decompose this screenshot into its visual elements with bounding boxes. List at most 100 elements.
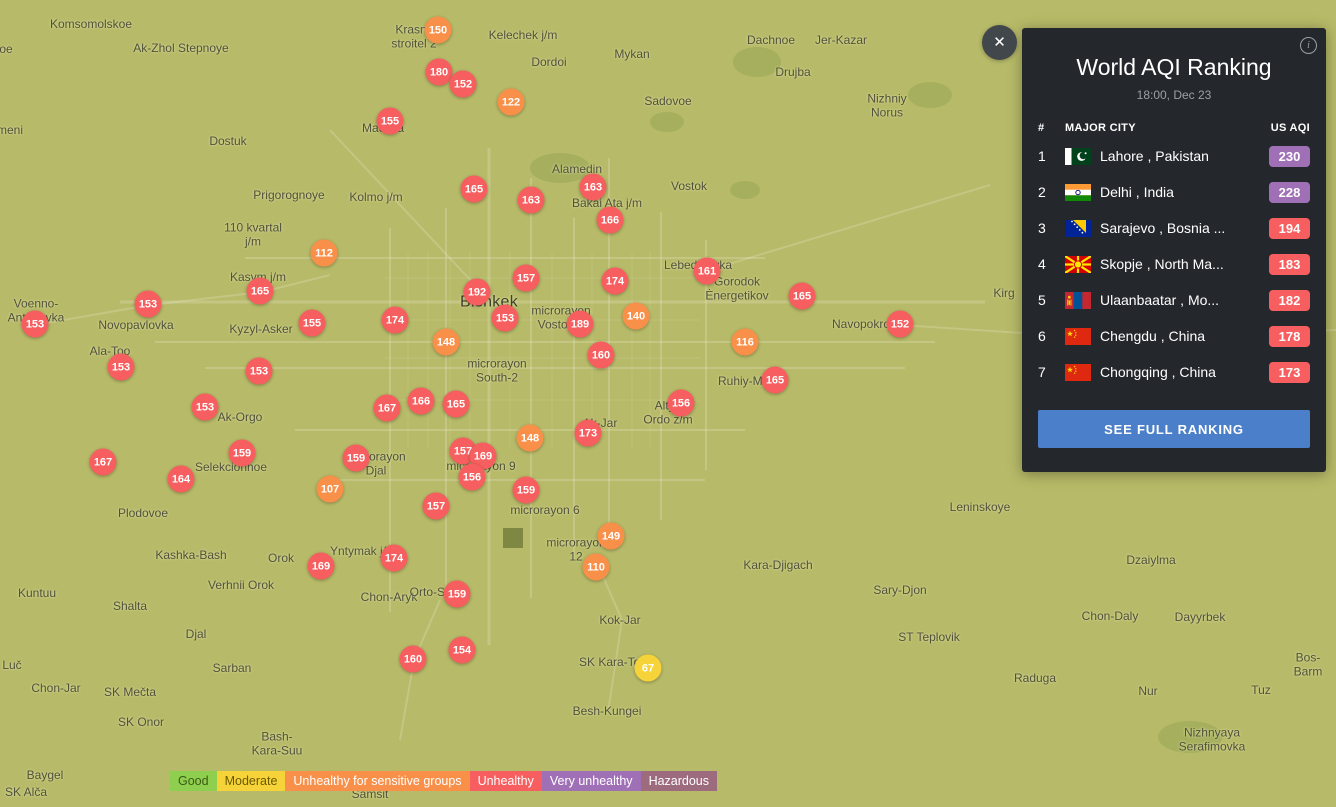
rank-number: 4 xyxy=(1038,256,1065,272)
panel-title: World AQI Ranking xyxy=(1038,28,1310,81)
aqi-marker[interactable]: 167 xyxy=(90,449,117,476)
rank-number: 7 xyxy=(1038,364,1065,380)
aqi-marker[interactable]: 173 xyxy=(575,420,602,447)
aqi-marker[interactable]: 153 xyxy=(135,291,162,318)
city-name: Chongqing , China xyxy=(1100,364,1269,380)
aqi-marker[interactable]: 116 xyxy=(732,329,759,356)
ranking-row[interactable]: 2 Delhi , India228 xyxy=(1038,174,1310,210)
ranking-row[interactable]: 4Skopje , North Ma...183 xyxy=(1038,246,1310,282)
aqi-marker[interactable]: 164 xyxy=(168,466,195,493)
rank-column-header: # xyxy=(1038,122,1065,134)
aqi-marker[interactable]: 161 xyxy=(694,258,721,285)
legend-item: Hazardous xyxy=(641,771,717,791)
city-name: Chengdu , China xyxy=(1100,328,1269,344)
aqi-marker[interactable]: 165 xyxy=(461,176,488,203)
aqi-marker[interactable]: 153 xyxy=(22,311,49,338)
city-name: Delhi , India xyxy=(1100,184,1269,200)
aqi-marker[interactable]: 148 xyxy=(517,425,544,452)
aqi-marker[interactable]: 154 xyxy=(449,637,476,664)
aqi-badge: 228 xyxy=(1269,182,1310,203)
aqi-marker[interactable]: 149 xyxy=(598,523,625,550)
aqi-marker[interactable]: 157 xyxy=(513,265,540,292)
aqi-marker[interactable]: 165 xyxy=(762,367,789,394)
aqi-marker[interactable]: 148 xyxy=(433,329,460,356)
aqi-marker[interactable]: 110 xyxy=(583,554,610,581)
aqi-marker[interactable]: 174 xyxy=(382,307,409,334)
aqi-marker[interactable]: 155 xyxy=(377,108,404,135)
ranking-row[interactable]: 6 Chengdu , China178 xyxy=(1038,318,1310,354)
aqi-marker[interactable]: 167 xyxy=(374,395,401,422)
aqi-marker[interactable]: 159 xyxy=(343,445,370,472)
aqi-marker[interactable]: 160 xyxy=(588,342,615,369)
legend-item: Good xyxy=(170,771,217,791)
panel-timestamp: 18:00, Dec 23 xyxy=(1038,88,1310,102)
aqi-badge: 183 xyxy=(1269,254,1310,275)
aqi-marker[interactable]: 189 xyxy=(567,311,594,338)
close-icon[interactable]: ✕ xyxy=(982,25,1017,60)
ranking-row[interactable]: 5Ulaanbaatar , Mo...182 xyxy=(1038,282,1310,318)
aqi-marker[interactable]: 165 xyxy=(247,278,274,305)
aqi-badge: 173 xyxy=(1269,362,1310,383)
aqi-marker[interactable]: 107 xyxy=(317,476,344,503)
aqi-marker[interactable]: 112 xyxy=(311,240,338,267)
aqi-marker[interactable]: 165 xyxy=(443,391,470,418)
aqi-marker[interactable]: 180 xyxy=(426,59,453,86)
city-name: Sarajevo , Bosnia ... xyxy=(1100,220,1269,236)
aqi-marker[interactable]: 169 xyxy=(308,553,335,580)
aqi-marker[interactable]: 155 xyxy=(299,310,326,337)
rank-number: 6 xyxy=(1038,328,1065,344)
ranking-rows: 1Lahore , Pakistan2302Delhi , India2283S… xyxy=(1038,138,1310,390)
aqi-marker[interactable]: 159 xyxy=(229,440,256,467)
rank-number: 2 xyxy=(1038,184,1065,200)
legend-item: Moderate xyxy=(217,771,286,791)
aqi-marker[interactable]: 174 xyxy=(602,268,629,295)
city-name: Lahore , Pakistan xyxy=(1100,148,1269,164)
aqi-marker[interactable]: 192 xyxy=(464,279,491,306)
aqi-marker[interactable]: 174 xyxy=(381,545,408,572)
aqi-marker[interactable]: 152 xyxy=(887,311,914,338)
aqi-marker[interactable]: 150 xyxy=(425,17,452,44)
aqi-marker[interactable]: 159 xyxy=(513,477,540,504)
city-name: Ulaanbaatar , Mo... xyxy=(1100,292,1269,308)
aqi-marker[interactable]: 157 xyxy=(423,493,450,520)
aqi-badge: 182 xyxy=(1269,290,1310,311)
rank-number: 3 xyxy=(1038,220,1065,236)
aqi-legend: GoodModerateUnhealthy for sensitive grou… xyxy=(170,771,717,791)
aqi-marker[interactable]: 152 xyxy=(450,71,477,98)
aqi-marker[interactable]: 165 xyxy=(789,283,816,310)
info-icon[interactable]: i xyxy=(1300,37,1317,54)
aqi-marker[interactable]: 163 xyxy=(518,187,545,214)
aqi-marker[interactable]: 153 xyxy=(192,394,219,421)
aqi-marker[interactable]: 153 xyxy=(246,358,273,385)
see-full-ranking-button[interactable]: SEE FULL RANKING xyxy=(1038,410,1310,448)
aqi-badge: 178 xyxy=(1269,326,1310,347)
world-aqi-ranking-panel: i World AQI Ranking 18:00, Dec 23 # MAJO… xyxy=(1022,28,1326,472)
cn-flag-icon xyxy=(1065,328,1091,345)
mk-flag-icon xyxy=(1065,256,1091,273)
aqi-marker[interactable]: 166 xyxy=(408,388,435,415)
aqi-marker[interactable]: 159 xyxy=(444,581,471,608)
legend-item: Very unhealthy xyxy=(542,771,641,791)
legend-item: Unhealthy for sensitive groups xyxy=(285,771,469,791)
rank-number: 1 xyxy=(1038,148,1065,164)
aqi-marker[interactable]: 160 xyxy=(400,646,427,673)
aqi-marker[interactable]: 163 xyxy=(580,174,607,201)
ranking-row[interactable]: 7 Chongqing , China173 xyxy=(1038,354,1310,390)
aqi-marker[interactable]: 153 xyxy=(108,354,135,381)
aqi-marker[interactable]: 156 xyxy=(668,390,695,417)
aqi-marker[interactable]: 122 xyxy=(498,89,525,116)
in-flag-icon xyxy=(1065,184,1091,201)
city-column-header: MAJOR CITY xyxy=(1065,122,1271,134)
aqi-badge: 194 xyxy=(1269,218,1310,239)
ranking-row[interactable]: 3 Sarajevo , Bosnia ...194 xyxy=(1038,210,1310,246)
aqi-marker[interactable]: 166 xyxy=(597,207,624,234)
aqi-marker[interactable]: 153 xyxy=(492,305,519,332)
ranking-header-row: # MAJOR CITY US AQI xyxy=(1038,122,1310,134)
pk-flag-icon xyxy=(1065,148,1091,165)
ranking-row[interactable]: 1Lahore , Pakistan230 xyxy=(1038,138,1310,174)
aqi-marker[interactable]: 156 xyxy=(459,464,486,491)
aqi-marker[interactable]: 140 xyxy=(623,303,650,330)
legend-item: Unhealthy xyxy=(470,771,542,791)
aqi-marker[interactable]: 67 xyxy=(635,655,662,682)
ba-flag-icon xyxy=(1065,220,1091,237)
